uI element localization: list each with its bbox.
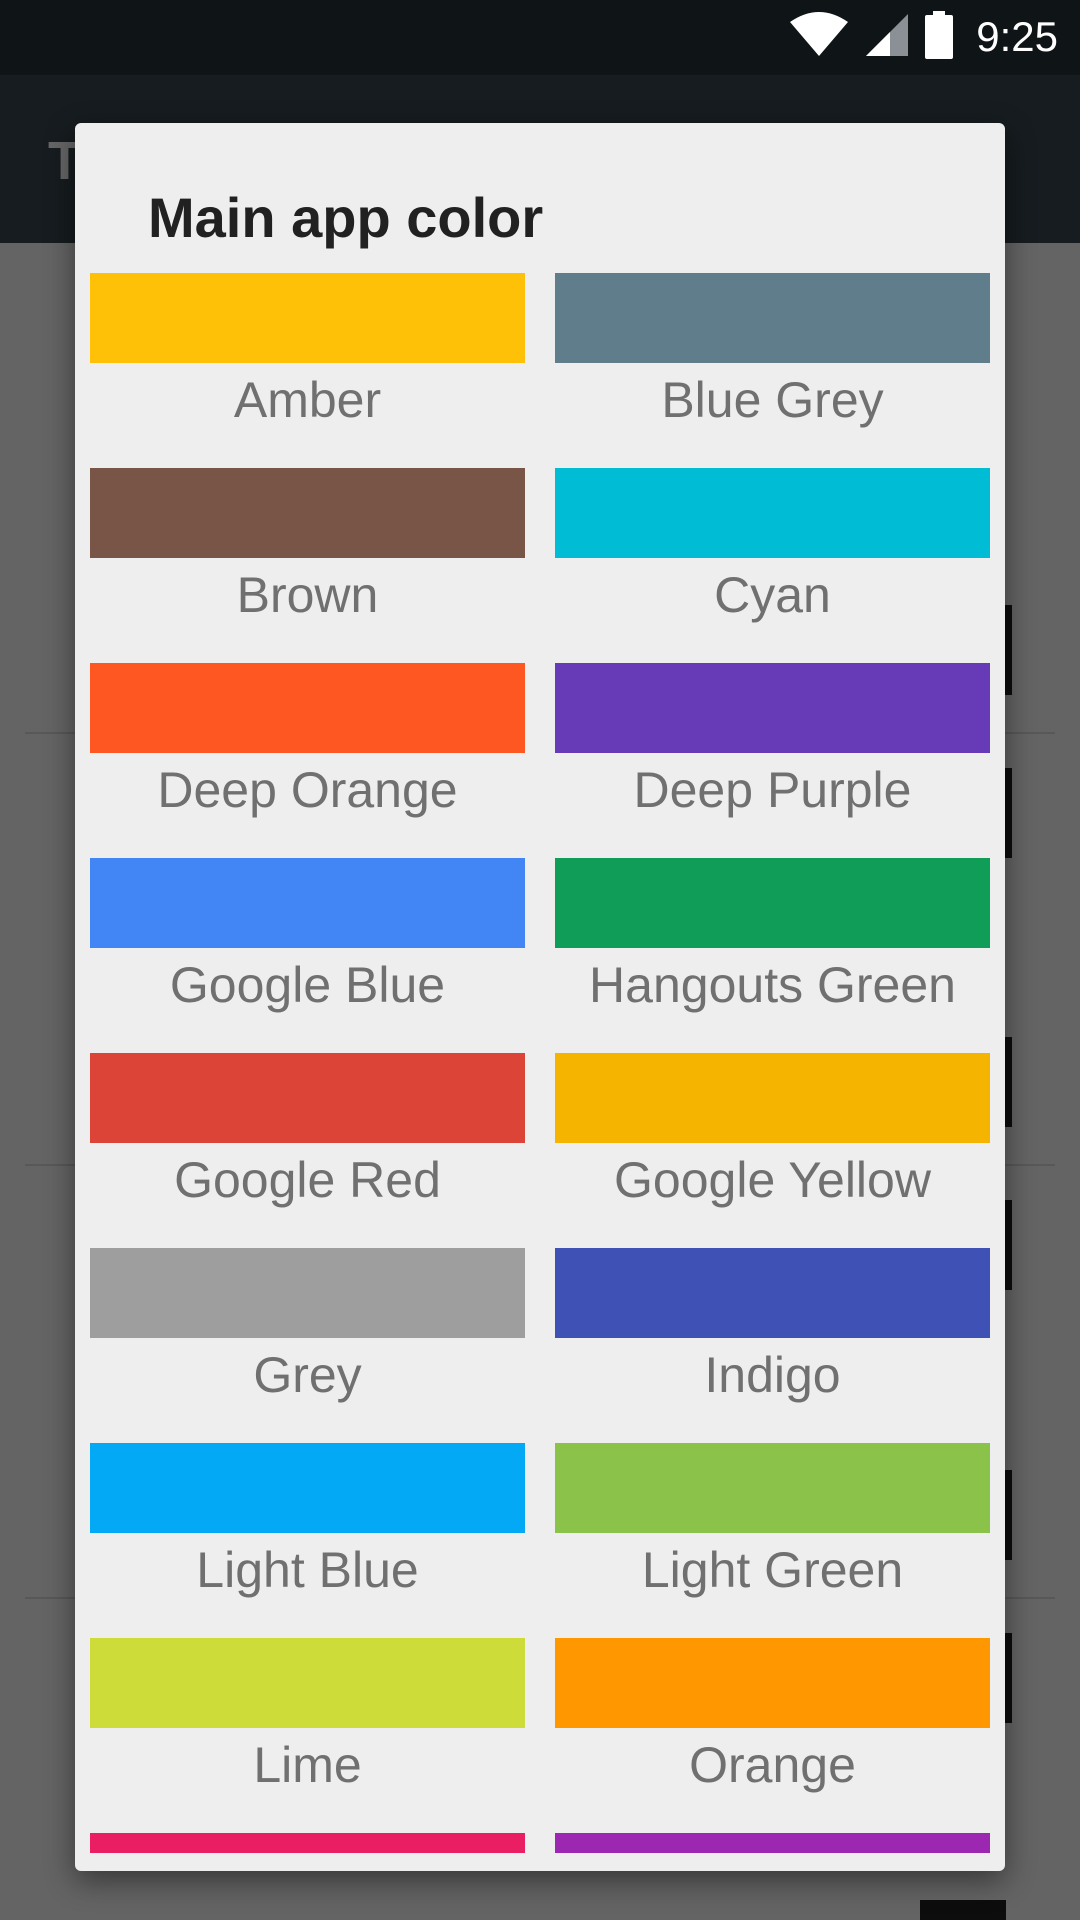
color-label: Google Blue <box>169 957 446 1013</box>
wifi-icon <box>788 11 850 63</box>
color-label: Deep Orange <box>157 762 458 818</box>
color-swatch[interactable] <box>555 1638 990 1728</box>
color-label: Amber <box>233 372 382 428</box>
color-label: Deep Purple <box>633 762 912 818</box>
color-swatch[interactable] <box>555 1053 990 1143</box>
color-grid[interactable]: Amber Blue Grey Brown Cyan Deep Orange Deep P… <box>90 273 990 1853</box>
color-option[interactable]: Light Green <box>555 1443 990 1623</box>
status-time: 9:25 <box>976 13 1058 60</box>
color-label: Hangouts Green <box>589 957 956 1013</box>
color-label: Grey <box>253 1347 362 1403</box>
color-label: Lime <box>253 1737 362 1793</box>
color-option[interactable]: Indigo <box>555 1248 990 1428</box>
color-option[interactable]: Lime <box>90 1638 525 1818</box>
color-option[interactable]: Amber <box>90 273 525 453</box>
color-label: Cyan <box>714 567 831 623</box>
cell-signal-icon <box>864 12 910 63</box>
color-option[interactable]: Google Red <box>90 1053 525 1233</box>
color-swatch[interactable] <box>90 663 525 753</box>
color-label: Google Yellow <box>614 1152 931 1208</box>
color-swatch[interactable] <box>90 273 525 363</box>
color-swatch[interactable] <box>555 1248 990 1338</box>
color-label: Google Red <box>174 1152 441 1208</box>
color-option[interactable]: Blue Grey <box>555 273 990 453</box>
color-option[interactable]: Light Blue <box>90 1443 525 1623</box>
color-option[interactable]: Deep Orange <box>90 663 525 843</box>
color-label: Light Green <box>641 1542 904 1598</box>
color-label: Indigo <box>704 1347 841 1403</box>
color-option[interactable]: Google Yellow <box>555 1053 990 1233</box>
color-swatch[interactable] <box>90 468 525 558</box>
color-swatch[interactable] <box>90 1053 525 1143</box>
color-option[interactable]: Google Blue <box>90 858 525 1038</box>
color-swatch[interactable] <box>90 1443 525 1533</box>
color-option[interactable]: Grey <box>90 1248 525 1428</box>
color-swatch[interactable] <box>555 1833 990 1853</box>
color-swatch[interactable] <box>90 858 525 948</box>
color-option[interactable]: Brown <box>90 468 525 648</box>
color-swatch[interactable] <box>555 858 990 948</box>
color-option[interactable]: Cyan <box>555 468 990 648</box>
battery-icon <box>924 10 954 64</box>
color-swatch[interactable] <box>555 273 990 363</box>
color-option[interactable] <box>90 1833 525 1853</box>
dialog-title: Main app color <box>148 186 544 249</box>
color-swatch[interactable] <box>90 1248 525 1338</box>
color-option[interactable] <box>555 1833 990 1853</box>
color-label: Brown <box>236 567 379 623</box>
color-label: Blue Grey <box>661 372 884 428</box>
color-swatch[interactable] <box>90 1638 525 1728</box>
color-swatch[interactable] <box>555 1443 990 1533</box>
color-swatch[interactable] <box>555 663 990 753</box>
color-label: Light Blue <box>196 1542 419 1598</box>
color-option[interactable]: Deep Purple <box>555 663 990 843</box>
color-option[interactable]: Hangouts Green <box>555 858 990 1038</box>
status-icons: 9:25 <box>788 10 1058 64</box>
color-swatch[interactable] <box>90 1833 525 1853</box>
color-option[interactable]: Orange <box>555 1638 990 1818</box>
color-picker-dialog: Main app color Amber Blue Grey Brown Cyan De… <box>75 123 1005 1871</box>
color-swatch[interactable] <box>555 468 990 558</box>
color-label: Orange <box>689 1737 856 1793</box>
